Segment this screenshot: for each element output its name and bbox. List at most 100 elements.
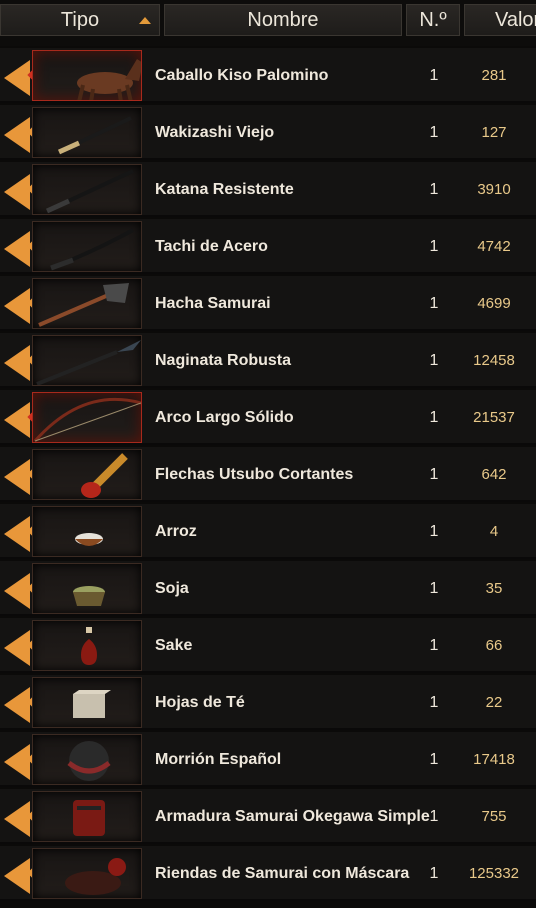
row-arrow-icon[interactable] [4, 288, 30, 324]
item-value: 4 [489, 523, 499, 540]
item-name: Morrión Español [155, 751, 282, 768]
item-value: 125332 [468, 865, 520, 882]
item-quantity: 1 [429, 694, 439, 711]
item-quantity: 1 [429, 580, 439, 597]
item-quantity: 1 [429, 238, 439, 255]
inventory-row[interactable]: Armadura Samurai Okegawa Simple 1 755 [0, 789, 536, 844]
inventory-row[interactable]: Morrión Español 1 17418 [0, 732, 536, 787]
item-value: 281 [481, 67, 507, 84]
item-value: 755 [481, 808, 507, 825]
item-name: Flechas Utsubo Cortantes [155, 466, 354, 483]
inventory-row[interactable]: Flechas Utsubo Cortantes 1 642 [0, 447, 536, 502]
item-name: Arco Largo Sólido [155, 409, 294, 426]
item-name: Arroz [155, 523, 197, 540]
column-header-valor-label: Valor [495, 9, 536, 31]
item-name: Naginata Robusta [155, 352, 292, 369]
column-header-num-label: N.º [419, 9, 447, 31]
row-arrow-icon[interactable] [4, 744, 30, 780]
item-quantity: 1 [429, 523, 439, 540]
rice-icon [32, 506, 142, 557]
item-quantity: 1 [429, 637, 439, 654]
item-value: 66 [485, 637, 503, 654]
naginata-icon [32, 335, 142, 386]
item-value: 127 [481, 124, 507, 141]
row-arrow-icon[interactable] [4, 801, 30, 837]
item-quantity: 1 [429, 751, 439, 768]
column-header-num[interactable]: N.º [406, 4, 460, 36]
row-arrow-icon[interactable] [4, 687, 30, 723]
item-quantity: 1 [429, 409, 439, 426]
sort-ascending-icon [139, 17, 151, 24]
inventory-row[interactable]: Arroz 1 4 [0, 504, 536, 559]
item-name: Katana Resistente [155, 181, 294, 198]
inventory-row[interactable]: Arco Largo Sólido 1 21537 [0, 390, 536, 445]
row-arrow-icon[interactable] [4, 231, 30, 267]
horse-icon [32, 50, 142, 101]
inventory-row[interactable]: Hojas de Té 1 22 [0, 675, 536, 730]
katana-icon [32, 164, 142, 215]
item-name: Riendas de Samurai con Máscara [155, 865, 410, 882]
inventory-row[interactable]: Hacha Samurai 1 4699 [0, 276, 536, 331]
item-value: 35 [485, 580, 503, 597]
item-value: 3910 [477, 181, 511, 198]
column-header-valor[interactable]: Valor [464, 4, 536, 36]
column-header-nombre-label: Nombre [247, 9, 319, 31]
inventory-row[interactable]: Katana Resistente 1 3910 [0, 162, 536, 217]
row-arrow-icon[interactable] [4, 117, 30, 153]
soy-icon [32, 563, 142, 614]
inventory-row[interactable]: Soja 1 35 [0, 561, 536, 616]
row-arrow-icon[interactable] [4, 402, 30, 438]
sake-icon [32, 620, 142, 671]
row-arrow-icon[interactable] [4, 345, 30, 381]
bow-icon [32, 392, 142, 443]
item-quantity: 1 [429, 67, 439, 84]
item-quantity: 1 [429, 124, 439, 141]
tachi-icon [32, 221, 142, 272]
wakizashi-icon [32, 107, 142, 158]
inventory-row[interactable]: Sake 1 66 [0, 618, 536, 673]
item-name: Tachi de Acero [155, 238, 268, 255]
armor-icon [32, 791, 142, 842]
item-value: 21537 [473, 409, 515, 426]
item-name: Hacha Samurai [155, 295, 271, 312]
row-arrow-icon[interactable] [4, 630, 30, 666]
row-arrow-icon[interactable] [4, 516, 30, 552]
inventory-row[interactable]: Riendas de Samurai con Máscara 1 125332 [0, 846, 536, 901]
item-value: 12458 [473, 352, 515, 369]
tea-leaves-icon [32, 677, 142, 728]
item-name: Wakizashi Viejo [155, 124, 275, 141]
column-header-tipo[interactable]: Tipo [0, 4, 160, 36]
row-arrow-icon[interactable] [4, 174, 30, 210]
helmet-icon [32, 734, 142, 785]
item-name: Caballo Kiso Palomino [155, 67, 329, 84]
item-name: Hojas de Té [155, 694, 245, 711]
item-value: 22 [485, 694, 503, 711]
item-quantity: 1 [429, 466, 439, 483]
item-quantity: 1 [429, 865, 439, 882]
reins-icon [32, 848, 142, 899]
row-arrow-icon[interactable] [4, 858, 30, 894]
item-value: 4742 [477, 238, 511, 255]
row-arrow-icon[interactable] [4, 60, 30, 96]
table-header: Tipo Nombre N.º Valor [0, 0, 536, 46]
row-arrow-icon[interactable] [4, 573, 30, 609]
item-name: Soja [155, 580, 189, 597]
inventory-row[interactable]: Tachi de Acero 1 4742 [0, 219, 536, 274]
item-quantity: 1 [429, 352, 439, 369]
item-name: Sake [155, 637, 193, 654]
inventory-row[interactable]: Caballo Kiso Palomino 1 281 [0, 48, 536, 103]
item-value: 642 [481, 466, 507, 483]
item-quantity: 1 [429, 808, 439, 825]
quiver-icon [32, 449, 142, 500]
column-header-nombre[interactable]: Nombre [164, 4, 402, 36]
axe-icon [32, 278, 142, 329]
item-quantity: 1 [429, 181, 439, 198]
item-quantity: 1 [429, 295, 439, 312]
item-value: 17418 [473, 751, 515, 768]
row-arrow-icon[interactable] [4, 459, 30, 495]
inventory-row[interactable]: Wakizashi Viejo 1 127 [0, 105, 536, 160]
inventory-row[interactable]: Naginata Robusta 1 12458 [0, 333, 536, 388]
column-header-tipo-label: Tipo [60, 9, 100, 31]
item-value: 4699 [477, 295, 511, 312]
item-name: Armadura Samurai Okegawa Simple [155, 808, 430, 825]
